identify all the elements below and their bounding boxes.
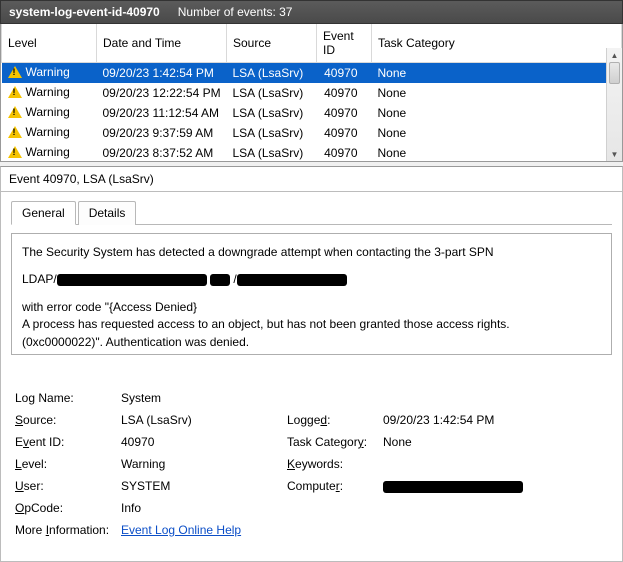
prop-opcode-label: OpCode: <box>15 501 115 515</box>
cell-source: LSA (LsaSrv) <box>227 143 317 162</box>
redacted-block <box>237 274 347 286</box>
warning-icon <box>8 106 22 118</box>
event-grid[interactable]: Level Date and Time Source Event ID Task… <box>1 24 622 162</box>
prop-source-label: Source: <box>15 413 115 427</box>
cell-task: None <box>372 103 622 123</box>
cell-source: LSA (LsaSrv) <box>227 63 317 84</box>
msg-err-1: with error code "{Access Denied} <box>22 299 601 316</box>
col-header-source[interactable]: Source <box>227 24 317 63</box>
msg-err-3: (0xc0000022)". Authentication was denied… <box>22 334 601 351</box>
msg-err-2: A process has requested access to an obj… <box>22 316 601 333</box>
prop-taskcat-label: Task Category: <box>287 435 377 449</box>
prop-moreinfo-value: Event Log Online Help <box>121 523 608 537</box>
cell-task: None <box>372 143 622 162</box>
table-row[interactable]: Warning 09/20/23 9:37:59 AMLSA (LsaSrv)40… <box>2 123 622 143</box>
cell-source: LSA (LsaSrv) <box>227 83 317 103</box>
redacted-block <box>57 274 207 286</box>
col-header-task[interactable]: Task Category <box>372 24 622 63</box>
table-row[interactable]: Warning 09/20/23 8:37:52 AMLSA (LsaSrv)40… <box>2 143 622 162</box>
prop-computer-value <box>383 479 608 493</box>
cell-level: Warning <box>26 105 70 119</box>
cell-level: Warning <box>26 125 70 139</box>
redacted-block <box>210 274 230 286</box>
cell-level: Warning <box>26 65 70 79</box>
prop-logged-value: 09/20/23 1:42:54 PM <box>383 413 608 427</box>
col-header-eventid[interactable]: Event ID <box>317 24 372 63</box>
cell-eventid: 40970 <box>317 103 372 123</box>
col-header-level[interactable]: Level <box>2 24 97 63</box>
prop-taskcat-value: None <box>383 435 608 449</box>
event-log-online-help-link[interactable]: Event Log Online Help <box>121 523 241 537</box>
tab-general[interactable]: General <box>11 201 76 225</box>
scrollbar-up-arrow[interactable]: ▲ <box>607 48 622 62</box>
cell-eventid: 40970 <box>317 83 372 103</box>
prop-level-value: Warning <box>121 457 281 471</box>
cell-task: None <box>372 83 622 103</box>
cell-eventid: 40970 <box>317 123 372 143</box>
cell-date: 09/20/23 1:42:54 PM <box>97 63 227 84</box>
cell-source: LSA (LsaSrv) <box>227 123 317 143</box>
prop-moreinfo-label: More Information: <box>15 523 115 537</box>
title-bar: system-log-event-id-40970 Number of even… <box>0 0 623 24</box>
scrollbar-thumb[interactable] <box>609 62 620 84</box>
cell-date: 09/20/23 8:37:52 AM <box>97 143 227 162</box>
detail-pane: General Details The Security System has … <box>0 192 623 562</box>
prop-logname-label: Log Name: <box>15 391 115 405</box>
window-title: system-log-event-id-40970 <box>9 5 160 19</box>
warning-icon <box>8 146 22 158</box>
warning-icon <box>8 66 22 78</box>
cell-eventid: 40970 <box>317 63 372 84</box>
prop-source-value: LSA (LsaSrv) <box>121 413 281 427</box>
warning-icon <box>8 86 22 98</box>
ldap-prefix: LDAP/ <box>22 272 57 286</box>
cell-source: LSA (LsaSrv) <box>227 103 317 123</box>
prop-logged-label: Logged: <box>287 413 377 427</box>
scrollbar-down-arrow[interactable]: ▼ <box>607 147 622 161</box>
cell-level: Warning <box>26 85 70 99</box>
cell-level: Warning <box>26 145 70 159</box>
prop-user-value: SYSTEM <box>121 479 281 493</box>
prop-logname-value: System <box>121 391 281 405</box>
prop-user-label: User: <box>15 479 115 493</box>
prop-eventid-value: 40970 <box>121 435 281 449</box>
cell-date: 09/20/23 12:22:54 PM <box>97 83 227 103</box>
table-row[interactable]: Warning 09/20/23 12:22:54 PMLSA (LsaSrv)4… <box>2 83 622 103</box>
event-count-label: Number of events: 37 <box>178 5 293 19</box>
warning-icon <box>8 126 22 138</box>
event-message-box: The Security System has detected a downg… <box>11 233 612 355</box>
prop-keywords-label: Keywords: <box>287 457 377 471</box>
table-row[interactable]: Warning 09/20/23 11:12:54 AMLSA (LsaSrv)4… <box>2 103 622 123</box>
cell-date: 09/20/23 9:37:59 AM <box>97 123 227 143</box>
msg-ldap-line: LDAP/ / <box>22 271 601 288</box>
event-grid-container: Level Date and Time Source Event ID Task… <box>0 24 623 162</box>
cell-task: None <box>372 123 622 143</box>
prop-opcode-value: Info <box>121 501 281 515</box>
cell-task: None <box>372 63 622 84</box>
prop-eventid-label: Event ID: <box>15 435 115 449</box>
prop-level-label: Level: <box>15 457 115 471</box>
detail-header: Event 40970, LSA (LsaSrv) <box>0 166 623 192</box>
table-row[interactable]: Warning 09/20/23 1:42:54 PMLSA (LsaSrv)40… <box>2 63 622 84</box>
prop-computer-label: Computer: <box>287 479 377 493</box>
detail-tabs: General Details <box>11 200 612 225</box>
msg-line-1: The Security System has detected a downg… <box>22 244 601 261</box>
cell-eventid: 40970 <box>317 143 372 162</box>
col-header-date[interactable]: Date and Time <box>97 24 227 63</box>
cell-date: 09/20/23 11:12:54 AM <box>97 103 227 123</box>
tab-details[interactable]: Details <box>78 201 137 225</box>
event-properties: Log Name: System Source: LSA (LsaSrv) Lo… <box>15 391 608 537</box>
redacted-block <box>383 481 523 493</box>
grid-scrollbar-vertical[interactable]: ▲ ▼ <box>606 48 622 161</box>
